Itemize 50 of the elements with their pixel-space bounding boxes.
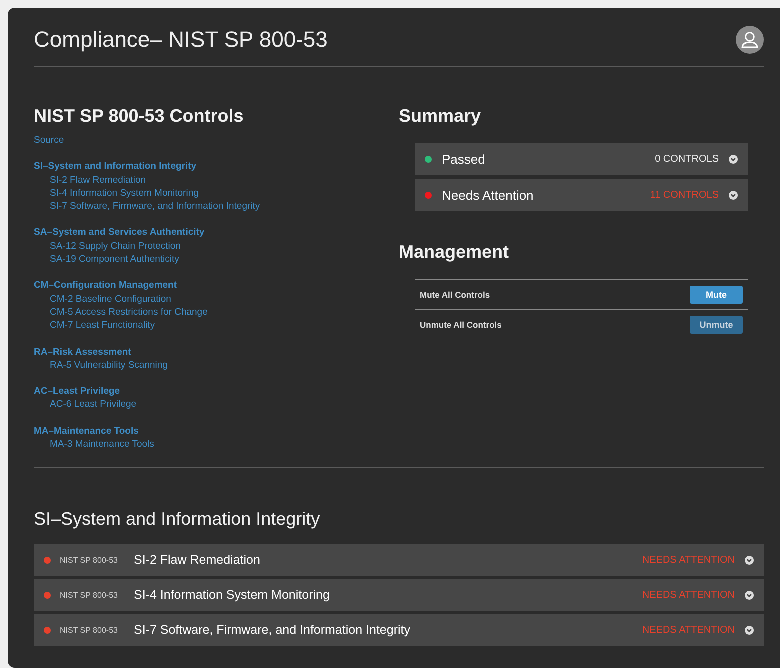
control-link[interactable]: RA-5 Vulnerability Scanning [50, 358, 168, 372]
control-name: SI-7 Software, Firmware, and Information Integrity [134, 623, 412, 637]
control-link[interactable]: CM-7 Least Functionality [50, 319, 156, 333]
control-link[interactable]: SI-4 Information System Monitoring [50, 186, 199, 200]
finding-row[interactable]: NIST SP 800-53 SI-7 Software, Firmware, and Information Integrity NEEDS ATTENTION [34, 614, 764, 646]
setting-label: Mute All Controls [420, 290, 490, 300]
control-count: 0 CONTROLS [655, 154, 719, 164]
section-heading: SI–System and Information Integrity [34, 508, 322, 530]
control-link[interactable]: SA-12 Supply Chain Protection [50, 240, 181, 254]
management-heading: Management [399, 241, 510, 263]
finding-row[interactable]: NIST SP 800-53 SI-2 Flaw Remediation NEEDS ATTENTION [34, 544, 764, 576]
summary-row[interactable]: Needs Attention 11 CONTROLS [415, 179, 748, 211]
status-label: NEEDS ATTENTION [642, 554, 735, 566]
control-link[interactable]: AC-6 Least Privilege [50, 398, 137, 412]
chevron-down-icon[interactable] [745, 626, 754, 634]
setting-label: Unmute All Controls [420, 320, 502, 330]
standard-label: NIST SP 800-53 [60, 626, 119, 634]
control-link[interactable]: MA-3 Maintenance Tools [50, 438, 154, 452]
standard-label: NIST SP 800-53 [60, 556, 119, 564]
control-name: SI-2 Flaw Remediation [134, 553, 262, 567]
source-link[interactable]: Source [34, 134, 64, 148]
control-count: 11 CONTROLS [650, 190, 719, 200]
summary-label: Needs Attention [442, 188, 535, 202]
chevron-down-icon[interactable] [745, 556, 754, 564]
control-name: SI-4 Information System Monitoring [134, 588, 331, 602]
summary-heading: Summary [399, 105, 482, 127]
status-label: NEEDS ATTENTION [642, 624, 735, 636]
control-family-link[interactable]: SA–System and Services Authenticity [34, 226, 205, 240]
user-avatar-icon[interactable] [736, 26, 764, 54]
control-link[interactable]: CM-2 Baseline Configuration [50, 292, 172, 306]
finding-row[interactable]: NIST SP 800-53 SI-4 Information System Monitoring NEEDS ATTENTION [34, 579, 764, 611]
action-button[interactable]: Mute [690, 286, 743, 304]
controls-heading: NIST SP 800-53 Controls [34, 105, 245, 127]
control-link[interactable]: SI-2 Flaw Remediation [50, 174, 146, 187]
control-family-link[interactable]: AC–Least Privilege [34, 385, 120, 398]
status-label: NEEDS ATTENTION [642, 590, 735, 600]
chevron-down-icon[interactable] [745, 590, 754, 600]
summary-row[interactable]: Passed 0 CONTROLS [415, 143, 748, 175]
chevron-down-icon[interactable] [729, 190, 738, 200]
control-family-link[interactable]: SI–System and Information Integrity [34, 160, 197, 174]
control-family-link[interactable]: MA–Maintenance Tools [34, 424, 139, 438]
control-family-link[interactable]: CM–Configuration Management [34, 279, 178, 293]
control-link[interactable]: SI-7 Software, Firmware, and Information Integrity [50, 200, 260, 214]
standard-label: NIST SP 800-53 [60, 590, 119, 600]
control-family-link[interactable]: RA–Risk Assessment [34, 346, 132, 359]
control-link[interactable]: SA-19 Component Authenticity [50, 253, 180, 266]
control-link[interactable]: CM-5 Access Restrictions for Change [50, 306, 208, 320]
page-title: Compliance– NIST SP 800-53 [34, 27, 328, 53]
chevron-down-icon[interactable] [729, 154, 738, 164]
summary-label: Passed [442, 152, 486, 166]
